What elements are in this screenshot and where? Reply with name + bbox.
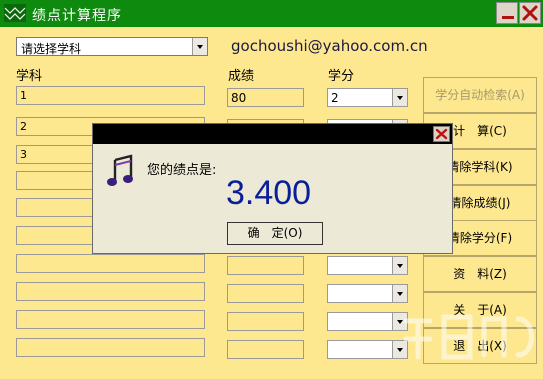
subject-value: 3 bbox=[20, 148, 27, 161]
grade-value: 80 bbox=[231, 91, 247, 105]
chevron-down-icon[interactable] bbox=[192, 38, 207, 55]
credit-select-1[interactable]: 2 bbox=[327, 88, 408, 107]
credit-select-9[interactable] bbox=[327, 312, 408, 331]
chevron-down-icon[interactable] bbox=[392, 257, 407, 274]
header-credit: 学分 bbox=[328, 69, 355, 84]
header-grade: 成绩 bbox=[228, 69, 255, 84]
grade-field-8[interactable] bbox=[227, 284, 304, 303]
close-icon bbox=[435, 128, 448, 140]
dialog-close-button[interactable] bbox=[433, 126, 450, 142]
music-note-icon bbox=[107, 154, 133, 186]
app-icon bbox=[4, 4, 26, 22]
grade-field-9[interactable] bbox=[227, 312, 304, 331]
credit-select-10[interactable] bbox=[327, 340, 408, 359]
info-button[interactable]: 资 料(Z) bbox=[423, 256, 537, 292]
close-icon bbox=[522, 5, 538, 21]
result-dialog: 您的绩点是: 3.400 确 定(O) bbox=[92, 123, 453, 254]
window-title: 绩点计算程序 bbox=[32, 8, 122, 24]
author-email: gochoushi@yahoo.com.cn bbox=[231, 37, 428, 55]
subject-field-1[interactable]: 1 bbox=[16, 86, 205, 105]
ok-button[interactable]: 确 定(O) bbox=[227, 222, 323, 245]
subject-field-7[interactable] bbox=[16, 254, 205, 273]
chevron-down-icon[interactable] bbox=[392, 89, 407, 106]
auto-search-button[interactable]: 学分自动检索(A) bbox=[423, 77, 537, 113]
course-select-value: 请选择学科 bbox=[21, 42, 82, 56]
credit-select-7[interactable] bbox=[327, 256, 408, 275]
close-button[interactable] bbox=[519, 2, 541, 24]
dialog-title-bar bbox=[93, 124, 452, 144]
subject-value: 2 bbox=[20, 120, 27, 133]
grade-field-1[interactable]: 80 bbox=[227, 88, 304, 107]
subject-field-9[interactable] bbox=[16, 310, 205, 329]
credit-select-8[interactable] bbox=[327, 284, 408, 303]
subject-field-8[interactable] bbox=[16, 282, 205, 301]
subject-field-10[interactable] bbox=[16, 338, 205, 357]
minimize-icon bbox=[502, 16, 514, 19]
subject-value: 1 bbox=[20, 89, 27, 102]
gpa-result: 3.400 bbox=[226, 174, 312, 212]
watermark-logo-icon bbox=[403, 314, 534, 360]
header-subject: 学科 bbox=[16, 69, 43, 84]
credit-value: 2 bbox=[331, 91, 339, 105]
title-bar: 绩点计算程序 bbox=[0, 0, 543, 27]
main-window: 绩点计算程序 请选择学科 gochoushi@yahoo.com.cn 学科 成… bbox=[0, 0, 543, 379]
course-select[interactable]: 请选择学科 bbox=[16, 37, 208, 56]
minimize-button[interactable] bbox=[496, 2, 518, 24]
grade-field-7[interactable] bbox=[227, 256, 304, 275]
grade-field-10[interactable] bbox=[227, 340, 304, 359]
dialog-prompt: 您的绩点是: bbox=[147, 163, 217, 178]
